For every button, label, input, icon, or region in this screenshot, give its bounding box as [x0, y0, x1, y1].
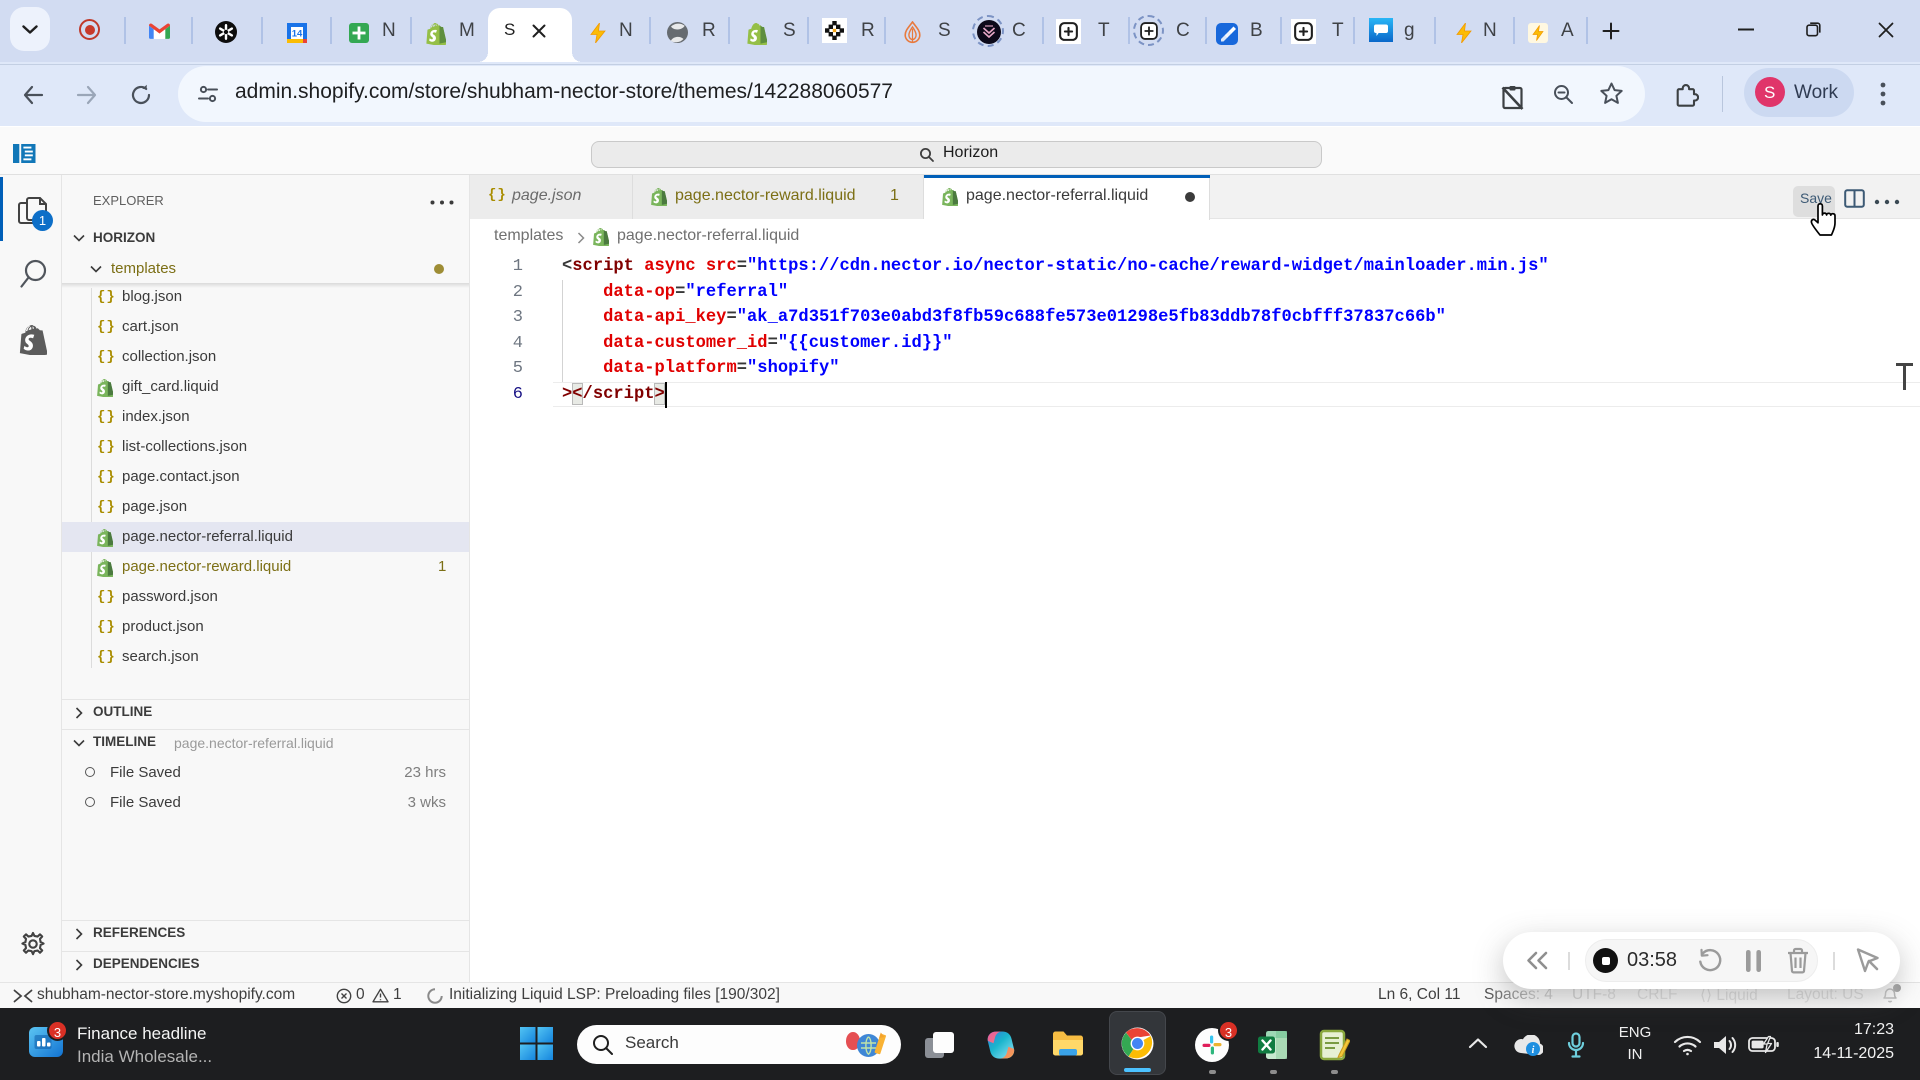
svg-text:14: 14 [292, 29, 303, 40]
svg-text:i: i [1532, 1045, 1535, 1056]
